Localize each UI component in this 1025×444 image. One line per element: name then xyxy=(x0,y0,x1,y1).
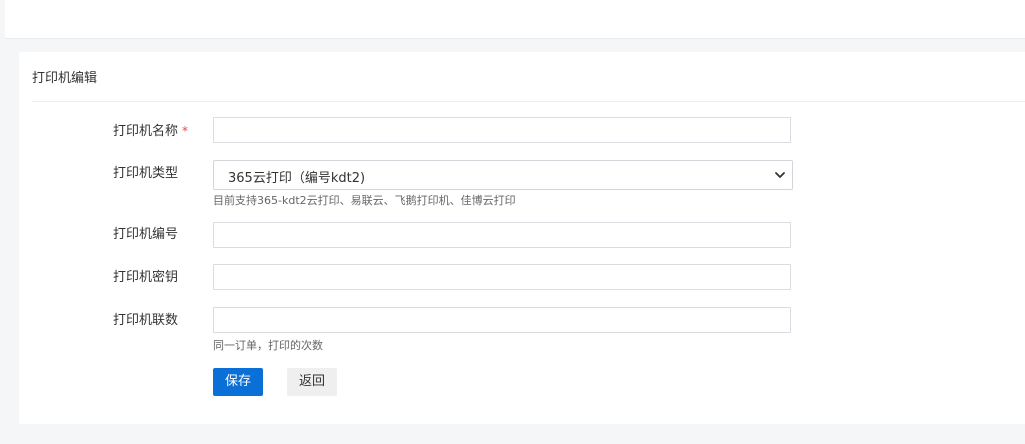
printer-secret-input[interactable] xyxy=(213,264,791,290)
printer-type-select[interactable]: 365云打印（编号kdt2) xyxy=(213,160,793,190)
back-button[interactable]: 返回 xyxy=(287,368,337,396)
printer-copies-hint: 同一订单，打印的次数 xyxy=(213,339,323,352)
printer-number-input[interactable] xyxy=(213,222,791,248)
save-button[interactable]: 保存 xyxy=(213,368,263,396)
required-mark: * xyxy=(182,124,189,138)
printer-type-selected: 365云打印（编号kdt2) xyxy=(228,171,366,186)
panel-divider xyxy=(32,101,1025,102)
printer-type-label: 打印机类型 xyxy=(113,166,179,181)
printer-copies-label: 打印机联数 xyxy=(113,313,179,328)
printer-type-hint: 目前支持365-kdt2云打印、易联云、飞鹅打印机、佳博云打印 xyxy=(213,194,516,207)
printer-name-input[interactable] xyxy=(213,117,791,143)
top-bar xyxy=(5,0,1025,39)
printer-secret-label: 打印机密钥 xyxy=(113,270,179,285)
printer-number-label: 打印机编号 xyxy=(113,227,179,242)
printer-copies-input[interactable] xyxy=(213,307,791,333)
printer-edit-panel: 打印机编辑 打印机名称 * 打印机类型 365云打印（编号kdt2) 目前支持36… xyxy=(19,52,1025,424)
chevron-down-icon xyxy=(775,172,785,178)
printer-name-label: 打印机名称 * xyxy=(113,122,193,141)
printer-name-label-text: 打印机名称 xyxy=(113,124,179,139)
panel-title: 打印机编辑 xyxy=(32,71,98,86)
